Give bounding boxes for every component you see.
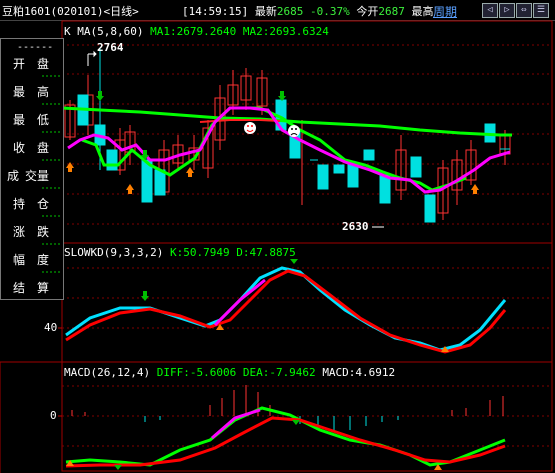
kd-params: SLOWKD(9,3,3,2) xyxy=(64,246,164,259)
chart-canvas[interactable] xyxy=(0,0,555,473)
smiley-icon xyxy=(244,122,256,134)
ma-params: MA(5,8,60) xyxy=(77,25,144,38)
macd-dea-line xyxy=(65,416,506,468)
macd-dea-value: DEA:-7.9462 xyxy=(242,366,316,379)
kd-d-line xyxy=(65,269,507,354)
ma-red-line xyxy=(199,119,281,123)
price-panel-legend: K MA(5,8,60) MA1:2679.2640 MA2:2693.6324 xyxy=(64,25,329,38)
frown-icon xyxy=(288,125,300,137)
signal-arrows xyxy=(66,91,479,194)
macd-diff-line xyxy=(65,406,506,467)
macd-diff-value: DIFF:-5.6006 xyxy=(156,366,237,379)
side-dashes xyxy=(42,75,60,273)
macd-up-bars xyxy=(71,385,504,416)
kd-magenta-line xyxy=(213,278,266,327)
high-marker-line xyxy=(87,50,97,66)
k-label: K xyxy=(64,25,71,38)
high-price-mark: 2764 xyxy=(97,41,124,54)
macd-zero-label: 0 xyxy=(50,409,57,422)
low-price-mark: 2630 xyxy=(342,220,369,233)
macd-params: MACD(26,12,4) xyxy=(64,366,151,379)
macd-panel-legend: MACD(26,12,4) DIFF:-5.6006 DEA:-7.9462 M… xyxy=(64,366,395,379)
macd-value: MACD:4.6912 xyxy=(322,366,396,379)
kd-k-line xyxy=(65,266,507,352)
kd-level-label: 40 xyxy=(44,321,58,334)
kd-k-value: K:50.7949 xyxy=(169,246,230,259)
axis-ticks xyxy=(58,327,62,417)
kd-d-value: D:47.8875 xyxy=(236,246,296,259)
kd-panel-legend: SLOWKD(9,3,3,2) K:50.7949 D:47.8875 xyxy=(64,246,296,259)
ma2-value: MA2:2693.6324 xyxy=(242,25,329,38)
ma1-value: MA1:2679.2640 xyxy=(150,25,237,38)
